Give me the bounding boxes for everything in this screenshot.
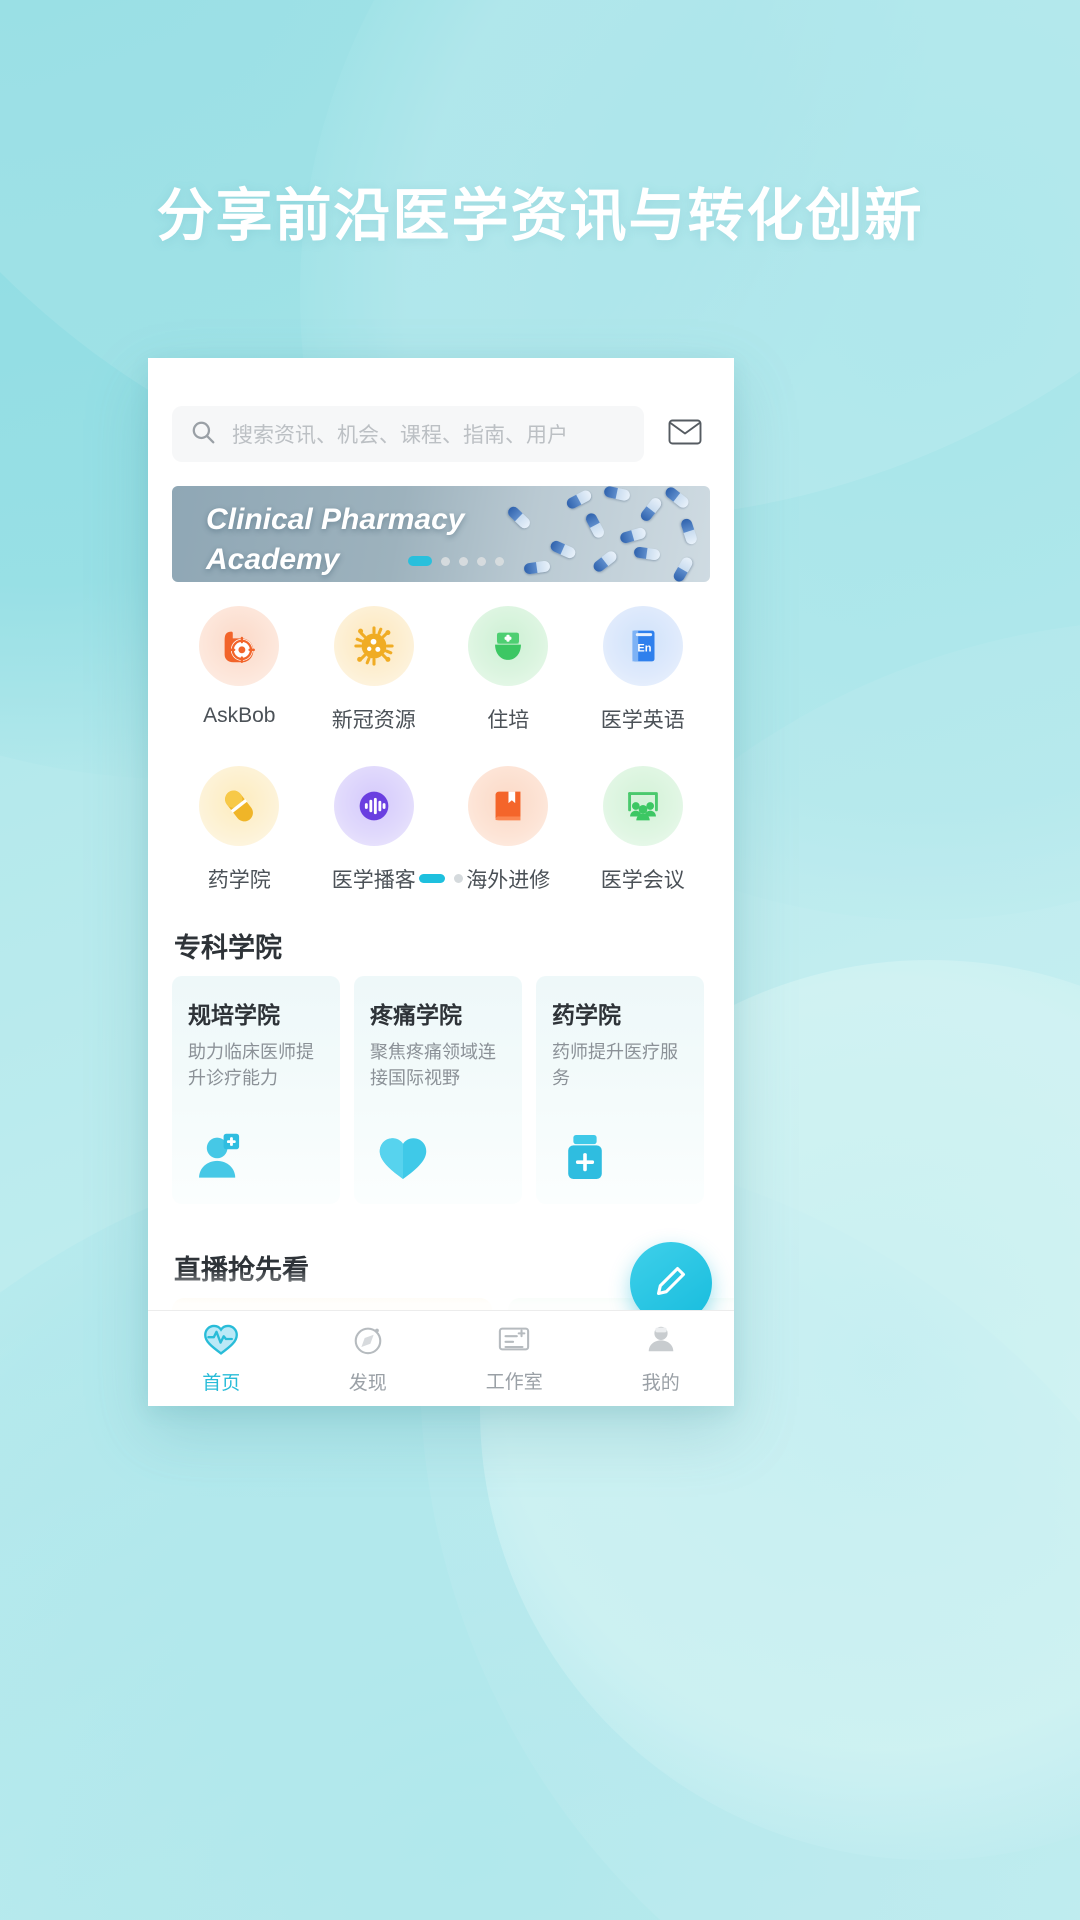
grid-item-covid-resources[interactable]: 新冠资源 (307, 606, 442, 734)
grid-item-label: AskBob (203, 704, 276, 727)
quick-entry-row-1: AskBob 新冠资源 住培 En 医学英语 (172, 606, 710, 734)
academy-card[interactable]: 疼痛学院 聚焦疼痛领域连接国际视野 (354, 976, 522, 1204)
banner-pagination-dots[interactable] (408, 556, 504, 566)
document-icon (497, 1323, 531, 1360)
tab-discover[interactable]: 发现 (295, 1311, 442, 1406)
grid-item-residency[interactable]: 住培 (441, 606, 576, 734)
academy-card-desc: 助力临床医师提升诊疗能力 (188, 1042, 314, 1088)
banner-title: Clinical Pharmacy Academy (206, 503, 465, 576)
message-button[interactable] (660, 409, 710, 459)
grid-pagination-dots[interactable] (172, 874, 710, 883)
grid-item-label: 医学英语 (600, 709, 685, 732)
academy-card[interactable]: 规培学院 助力临床医师提升诊疗能力 (172, 976, 340, 1204)
grid-item-askbob[interactable]: AskBob (172, 606, 307, 734)
banner-dot-2[interactable] (441, 556, 450, 566)
grid-dot-2[interactable] (454, 874, 463, 883)
phone-mockup: 搜索资讯、机会、课程、指南、用户 Clinical Pharmacy Acade… (148, 358, 734, 1406)
doctor-icon (190, 1126, 252, 1188)
grid-item-label: 住培 (487, 709, 530, 732)
virus-icon (333, 606, 414, 686)
tab-workspace[interactable]: 工作室 (441, 1311, 588, 1406)
target-icon (199, 606, 280, 686)
search-placeholder-text: 搜索资讯、机会、课程、指南、用户 (232, 424, 568, 447)
tab-label: 首页 (202, 1373, 241, 1394)
svg-text:En: En (637, 642, 651, 654)
banner-dot-1[interactable] (408, 556, 432, 566)
tab-label: 工作室 (485, 1372, 543, 1393)
podcast-icon (333, 766, 414, 846)
person-icon (644, 1322, 678, 1361)
academy-card-title: 疼痛学院 (370, 1002, 462, 1028)
pencil-icon (652, 1262, 690, 1305)
promo-headline: 分享前沿医学资讯与转化创新 (156, 184, 924, 248)
academy-card-desc: 药师提升医疗服务 (552, 1042, 678, 1088)
nurse-cap-icon (468, 606, 549, 686)
academy-card-title: 规培学院 (188, 1002, 280, 1028)
heart-pulse-icon (203, 1322, 239, 1361)
conference-icon (602, 766, 683, 846)
banner-dot-5[interactable] (495, 556, 504, 566)
grid-item-label: 新冠资源 (331, 709, 416, 732)
academy-card[interactable]: 药学院 药师提升医疗服务 (536, 976, 704, 1204)
search-icon (190, 419, 216, 450)
heart-icon (372, 1126, 434, 1188)
search-input[interactable]: 搜索资讯、机会、课程、指南、用户 (172, 406, 644, 462)
app-screen: 搜索资讯、机会、课程、指南、用户 Clinical Pharmacy Acade… (148, 358, 734, 1406)
tab-home[interactable]: 首页 (148, 1311, 295, 1406)
tab-label: 我的 (641, 1373, 680, 1394)
academy-card-title: 药学院 (552, 1002, 621, 1028)
quick-entry-grid: AskBob 新冠资源 住培 En 医学英语 药学院 医学播客 海外进修 医学会… (172, 606, 710, 894)
academy-card-desc: 聚焦疼痛领域连接国际视野 (370, 1042, 496, 1088)
envelope-icon (668, 418, 702, 451)
bottom-tab-bar: 首页 发现 工作室 我的 (148, 1310, 734, 1406)
academy-card-list: 规培学院 助力临床医师提升诊疗能力 疼痛学院 聚焦疼痛领域连接国际视野 药学院 … (172, 976, 732, 1204)
en-book-icon: En (602, 606, 683, 686)
hero-banner-carousel[interactable]: Clinical Pharmacy Academy (172, 486, 710, 582)
banner-dot-4[interactable] (477, 556, 486, 566)
section-title-academies: 专科学院 (174, 933, 282, 963)
tab-label: 发现 (348, 1373, 387, 1394)
medicine-bottle-icon (554, 1126, 616, 1188)
banner-dot-3[interactable] (459, 556, 468, 566)
grid-item-medical-english[interactable]: En 医学英语 (576, 606, 711, 734)
pill-icon (199, 766, 280, 846)
tab-profile[interactable]: 我的 (588, 1311, 735, 1406)
grid-dot-1[interactable] (419, 874, 445, 883)
compass-icon (351, 1322, 385, 1361)
search-row: 搜索资讯、机会、课程、指南、用户 (172, 406, 710, 462)
bookmark-book-icon (468, 766, 549, 846)
